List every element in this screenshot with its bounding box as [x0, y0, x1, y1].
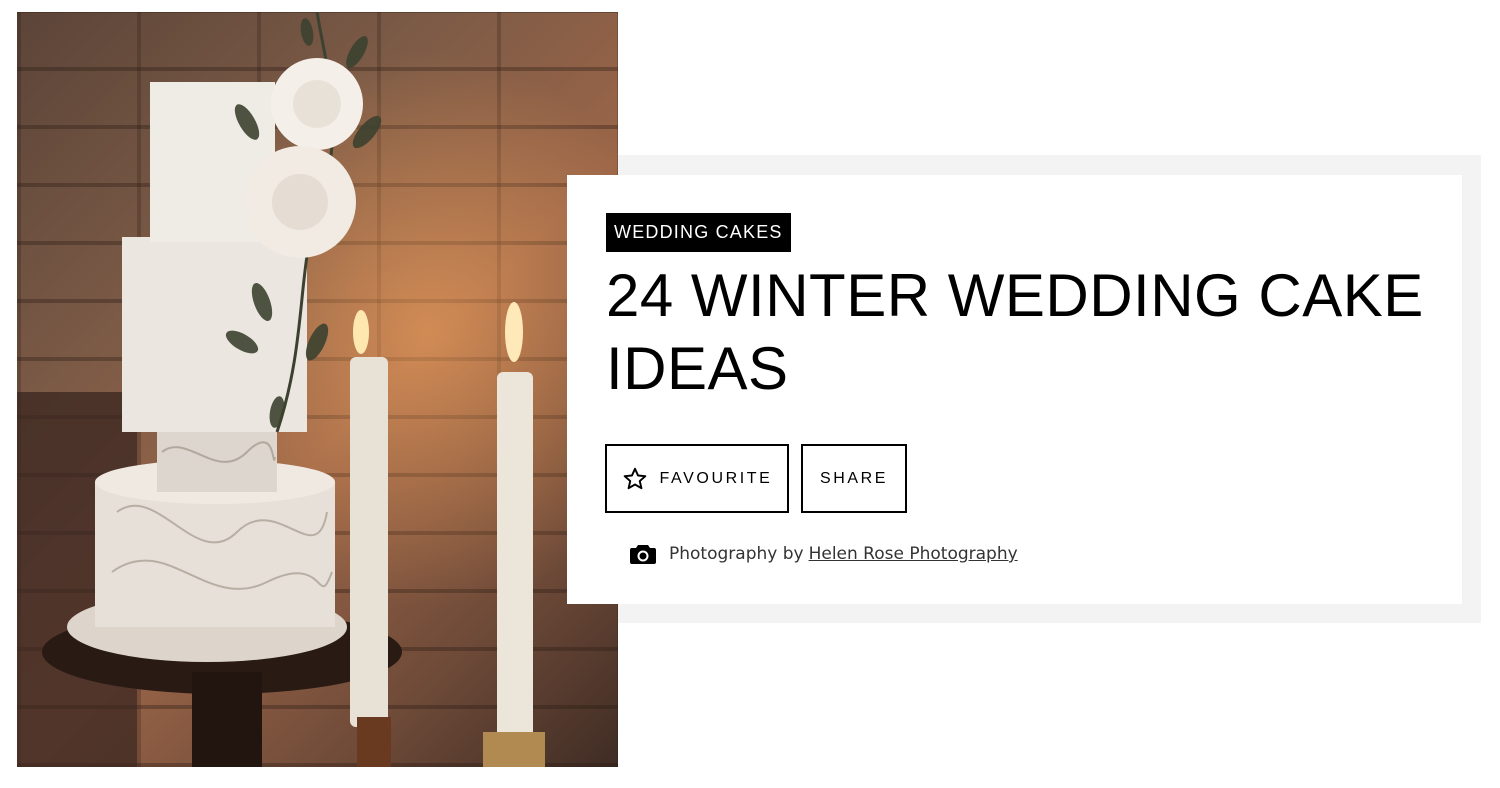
- star-outline-icon: [623, 467, 646, 489]
- photo-credit: Photography by Helen Rose Photography: [629, 541, 1018, 567]
- favourite-button[interactable]: FAVOURITE: [605, 444, 789, 513]
- article-card: WEDDING CAKES 24 WINTER WEDDING CAKE IDE…: [567, 175, 1462, 604]
- hero-illustration: [17, 12, 545, 767]
- category-badge[interactable]: WEDDING CAKES: [606, 213, 791, 252]
- photographer-link[interactable]: Helen Rose Photography: [809, 544, 1018, 564]
- camera-icon: [630, 545, 656, 564]
- page-title: 24 WINTER WEDDING CAKE IDEAS: [606, 262, 1424, 402]
- hero-image: [17, 12, 618, 767]
- share-button[interactable]: SHARE: [801, 444, 907, 513]
- photo-credit-prefix: Photography by: [669, 544, 804, 564]
- favourite-button-label: FAVOURITE: [659, 469, 773, 487]
- page: WEDDING CAKES 24 WINTER WEDDING CAKE IDE…: [0, 0, 1500, 788]
- share-button-label: SHARE: [819, 469, 889, 487]
